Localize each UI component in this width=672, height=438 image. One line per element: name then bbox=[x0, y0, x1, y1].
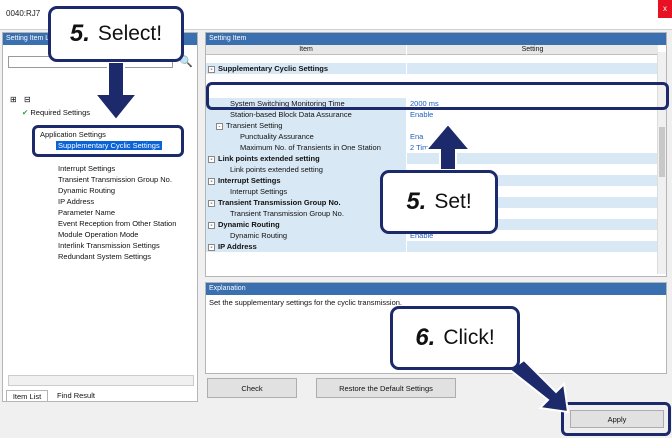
callout-text: Set! bbox=[434, 190, 472, 213]
annotation-arrows bbox=[92, 61, 570, 414]
callout-number: 5. bbox=[69, 20, 90, 47]
callout-click: 6. Click! bbox=[390, 306, 520, 370]
arrow-down bbox=[92, 61, 140, 122]
arrow-diagonal bbox=[508, 358, 570, 414]
arrow-up bbox=[423, 122, 473, 171]
callout-select: 5. Select! bbox=[48, 6, 184, 62]
callout-number: 6. bbox=[415, 324, 436, 351]
callout-number: 5. bbox=[406, 188, 427, 215]
callout-set: 5. Set! bbox=[380, 170, 498, 234]
callout-text: Click! bbox=[443, 326, 495, 349]
callout-text: Select! bbox=[97, 22, 163, 45]
